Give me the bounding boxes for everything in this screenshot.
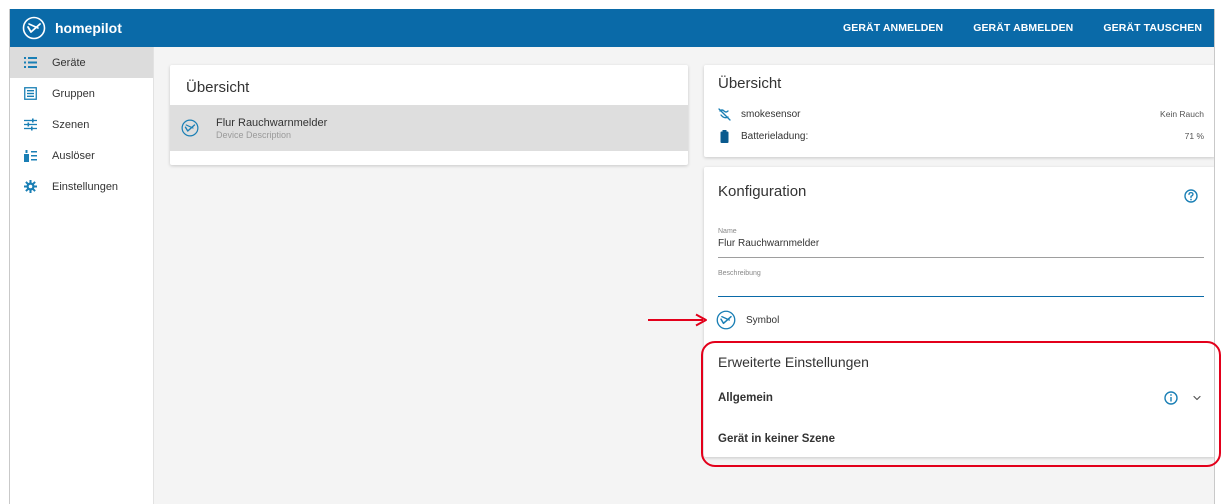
info-icon[interactable]	[1164, 391, 1178, 405]
accordion-allgemein[interactable]: Allgemein	[718, 388, 1204, 408]
status-label: smokesensor	[741, 108, 801, 120]
sidebar-item-label: Szenen	[52, 118, 90, 131]
description-input[interactable]	[718, 277, 1204, 297]
homepilot-device-icon	[181, 119, 199, 137]
list-icon	[24, 56, 37, 69]
description-field[interactable]: Beschreibung	[718, 270, 1204, 297]
accordion-scene-label: Gerät in keiner Szene	[718, 433, 835, 445]
name-field-label: Name	[718, 228, 737, 235]
sidebar-item-label: Geräte	[52, 56, 86, 69]
device-name: Flur Rauchwarnmelder	[216, 116, 328, 129]
top-actions: GERÄT ANMELDEN GERÄT ABMELDEN GERÄT TAUS…	[827, 9, 1214, 47]
status-title: Übersicht	[718, 75, 782, 92]
help-icon[interactable]	[1184, 189, 1198, 203]
description-field-label: Beschreibung	[718, 270, 761, 277]
sidebar-item-label: Gruppen	[52, 87, 95, 100]
sidebar-item-einstellungen[interactable]: Einstellungen	[10, 171, 153, 202]
name-field[interactable]: Name Flur Rauchwarnmelder	[718, 228, 1204, 258]
status-value: Kein Rauch	[1160, 109, 1204, 119]
trigger-icon	[24, 149, 37, 162]
status-label: Batterieladung:	[741, 130, 809, 142]
status-row-battery: Batterieladung: 71 %	[718, 129, 1204, 143]
settings-icon	[24, 180, 37, 193]
configuration-card: Konfiguration Name Flur Rauchwarnmelder …	[704, 167, 1214, 457]
device-status-card: Übersicht smokesensor Kein Rauch Batteri…	[704, 65, 1214, 157]
chevron-down-icon[interactable]	[1192, 393, 1202, 403]
brand-name: homepilot	[55, 20, 122, 36]
symbol-label: Symbol	[746, 314, 780, 326]
accordion-scene[interactable]: Gerät in keiner Szene	[718, 429, 1204, 449]
symbol-picker[interactable]: Symbol	[716, 310, 779, 330]
device-list-title: Übersicht	[186, 79, 250, 96]
sidebar-item-label: Einstellungen	[52, 180, 119, 193]
top-app-bar: homepilot GERÄT ANMELDEN GERÄT ABMELDEN …	[10, 9, 1214, 47]
list-item[interactable]: Flur Rauchwarnmelder Device Description	[170, 105, 688, 151]
sidebar-item-gruppen[interactable]: Gruppen	[10, 78, 153, 109]
name-input[interactable]: Flur Rauchwarnmelder	[718, 238, 1204, 258]
replace-device-button[interactable]: GERÄT TAUSCHEN	[1103, 22, 1202, 34]
homepilot-logo-icon	[22, 16, 46, 40]
sidebar-item-ausloeser[interactable]: Auslöser	[10, 140, 153, 171]
device-description: Device Description	[216, 129, 292, 140]
configuration-title: Konfiguration	[718, 183, 807, 200]
status-row-smokesensor: smokesensor Kein Rauch	[718, 107, 1204, 121]
battery-icon	[718, 129, 731, 143]
status-value: 71 %	[1184, 131, 1204, 141]
accordion-allgemein-label: Allgemein	[718, 392, 773, 404]
sidebar-item-geraete[interactable]: Geräte	[10, 47, 153, 78]
group-icon	[24, 87, 37, 100]
app-window: homepilot GERÄT ANMELDEN GERÄT ABMELDEN …	[9, 9, 1215, 504]
unregister-device-button[interactable]: GERÄT ABMELDEN	[973, 22, 1073, 34]
smoke-sensor-icon	[718, 107, 731, 121]
homepilot-symbol-icon	[716, 310, 736, 330]
sidebar-item-szenen[interactable]: Szenen	[10, 109, 153, 140]
sidebar-item-label: Auslöser	[52, 149, 95, 162]
device-list-card: Übersicht Flur Rauchwarnmelder Device De…	[170, 65, 688, 165]
brand[interactable]: homepilot	[22, 16, 122, 40]
register-device-button[interactable]: GERÄT ANMELDEN	[843, 22, 943, 34]
advanced-settings-title: Erweiterte Einstellungen	[718, 354, 869, 370]
sidebar: Geräte Gruppen Szenen Auslöser Einstellu…	[10, 47, 154, 504]
scenes-icon	[24, 118, 37, 131]
